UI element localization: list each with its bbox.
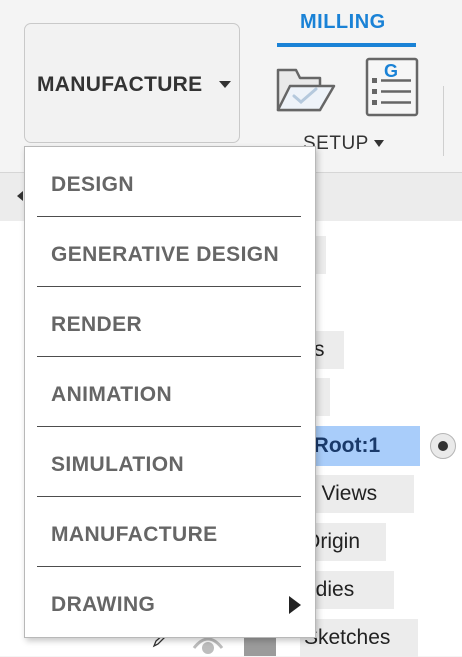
menu-item-animation[interactable]: ANIMATION — [25, 359, 315, 429]
menu-item-label: RENDER — [51, 313, 143, 336]
submenu-arrow-icon — [289, 596, 301, 614]
menu-item-manufacture[interactable]: MANUFACTURE — [25, 499, 315, 569]
menu-separator — [37, 496, 301, 497]
workspace-label: MANUFACTURE — [37, 73, 203, 96]
tab-milling[interactable]: MILLING — [300, 11, 386, 34]
menu-item-label: GENERATIVE DESIGN — [51, 243, 280, 266]
chevron-down-icon — [219, 81, 231, 88]
menu-separator — [37, 216, 301, 217]
menu-item-generative-design[interactable]: GENERATIVE DESIGN — [25, 219, 315, 289]
tree-node[interactable]: d Views — [300, 475, 414, 513]
menu-item-drawing[interactable]: DRAWING — [25, 569, 315, 639]
workspace-switcher-button[interactable]: MANUFACTURE — [24, 23, 240, 143]
menu-item-label: SIMULATION — [51, 453, 185, 476]
menu-item-label: DRAWING — [51, 593, 156, 616]
tree-node-label: Sketches — [304, 626, 391, 649]
menu-item-simulation[interactable]: SIMULATION — [25, 429, 315, 499]
back-arrow-icon[interactable] — [17, 191, 23, 201]
menu-item-render[interactable]: RENDER — [25, 289, 315, 359]
toolbar-divider — [443, 86, 444, 156]
menu-separator — [37, 566, 301, 567]
tree-node[interactable]: Sketches — [300, 619, 418, 657]
tree-root-row[interactable]: l Root:1 — [300, 426, 420, 466]
active-tab-indicator — [277, 43, 416, 47]
menu-item-label: DESIGN — [51, 173, 134, 196]
menu-separator — [37, 356, 301, 357]
menu-item-label: ANIMATION — [51, 383, 173, 406]
menu-item-label: MANUFACTURE — [51, 523, 218, 546]
chevron-down-icon[interactable] — [374, 140, 384, 147]
menu-separator — [37, 426, 301, 427]
menu-separator — [37, 286, 301, 287]
folder-setup-icon[interactable] — [272, 58, 338, 118]
radio-icon[interactable] — [430, 433, 456, 459]
toolbar: MANUFACTURE MILLING G SETUP — [0, 0, 462, 166]
gcode-glyph: G — [384, 61, 399, 81]
menu-item-design[interactable]: DESIGN — [25, 149, 315, 219]
workspace-dropdown-menu: DESIGN GENERATIVE DESIGN RENDER ANIMATIO… — [24, 146, 316, 638]
